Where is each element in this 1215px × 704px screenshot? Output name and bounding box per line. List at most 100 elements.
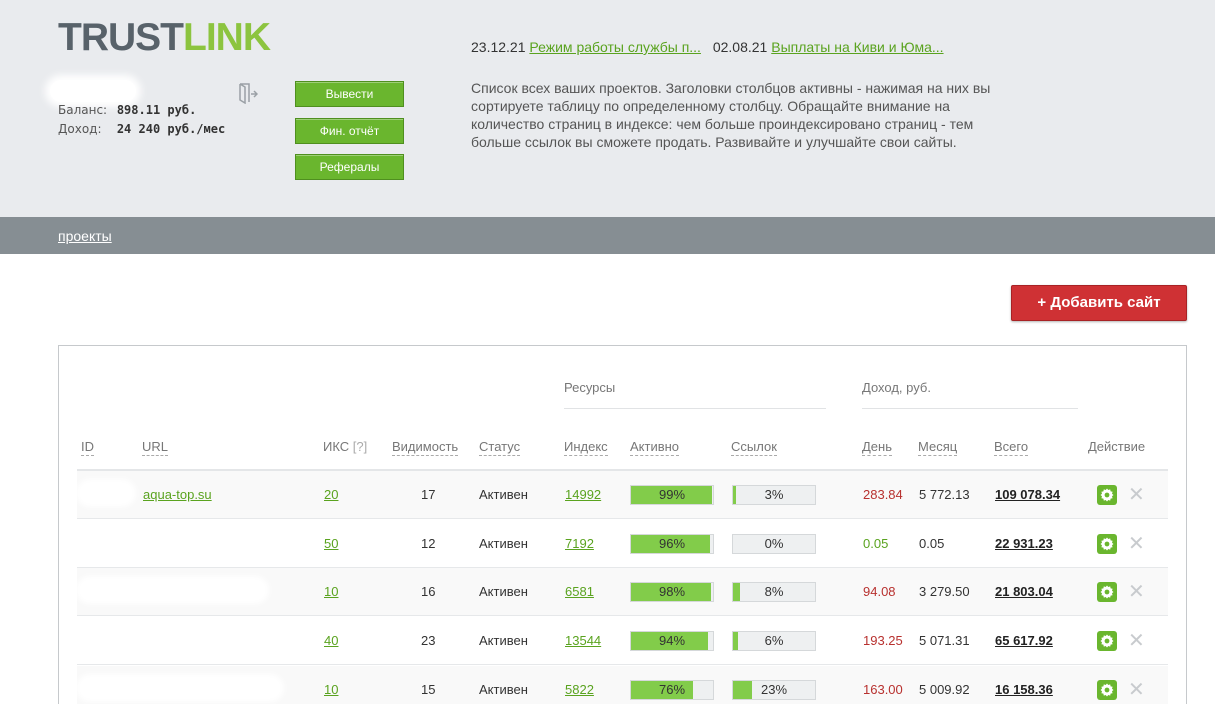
iks-link[interactable]: 20 <box>324 487 338 502</box>
gear-icon[interactable] <box>1097 534 1117 554</box>
iks-cell: 40 <box>324 617 338 665</box>
active-progress-label: 76% <box>658 682 686 697</box>
group-header-income: Доход, руб. <box>862 380 931 395</box>
income-day-cell: 283.84 <box>863 487 903 502</box>
close-icon[interactable]: ✕ <box>1128 532 1145 554</box>
income-total-link[interactable]: 109 078.34 <box>995 471 1060 519</box>
index-cell: 5822 <box>565 666 594 704</box>
group-header-resources: Ресурсы <box>564 380 616 395</box>
column-header-id[interactable]: ID <box>81 439 94 456</box>
active-progress-label: 99% <box>658 487 686 502</box>
header: TRUSTLINK Баланс: 898.11 руб. Доход: 24 … <box>0 0 1215 217</box>
status-cell: Активен <box>479 536 528 551</box>
close-icon[interactable]: ✕ <box>1128 580 1145 602</box>
links-progress-bar: 23% <box>732 680 816 700</box>
table-row: 10 15 Активен 5822 76% 23% 163.00 5 009.92 16 15… <box>77 666 1168 704</box>
redacted-id <box>80 580 265 600</box>
column-header-links[interactable]: Ссылок <box>731 439 777 456</box>
add-site-button[interactable]: + Добавить сайт <box>1011 285 1187 321</box>
redacted-id <box>80 483 132 503</box>
column-header-status[interactable]: Статус <box>479 439 521 456</box>
table-row: aqua-top.su 20 17 Активен 14992 99% 3% 283.84 5 … <box>77 471 1168 519</box>
index-cell: 6581 <box>565 568 594 616</box>
column-header-url[interactable]: URL <box>142 439 169 456</box>
income-month-cell: 0.05 <box>919 536 945 551</box>
iks-help-link[interactable]: [?] <box>353 439 367 454</box>
news-link[interactable]: Выплаты на Киви и Юма... <box>771 39 943 55</box>
site-url-link[interactable]: aqua-top.su <box>143 487 212 502</box>
links-progress-bar: 6% <box>732 631 816 651</box>
income-month-cell: 3 279.50 <box>919 584 970 599</box>
column-header-index[interactable]: Индекс <box>564 439 608 456</box>
column-header-visibility[interactable]: Видимость <box>392 439 459 456</box>
income-day-cell: 163.00 <box>863 682 903 697</box>
gear-icon[interactable] <box>1097 631 1117 651</box>
income-total-link[interactable]: 16 158.36 <box>995 666 1053 704</box>
visibility-cell: 15 <box>421 682 436 697</box>
income-total-link[interactable]: 65 617.92 <box>995 617 1053 665</box>
iks-link[interactable]: 50 <box>324 536 338 551</box>
iks-link[interactable]: 40 <box>324 633 338 648</box>
links-progress-label: 6% <box>764 633 784 648</box>
visibility-cell: 23 <box>421 633 436 648</box>
table-row: 40 23 Активен 13544 94% 6% 193.25 5 071.31 65 61… <box>77 617 1168 665</box>
column-header-iks: ИКС [?] <box>323 439 367 455</box>
income-month-cell: 5 009.92 <box>919 682 970 697</box>
door-icon[interactable] <box>236 82 258 104</box>
active-progress-label: 98% <box>658 584 686 599</box>
withdraw-button[interactable]: Вывести <box>295 81 404 107</box>
close-icon[interactable]: ✕ <box>1128 678 1145 700</box>
index-link[interactable]: 14992 <box>565 487 601 502</box>
table-row: 50 12 Активен 7192 96% 0% 0.05 0.05 22 931.23 ✕ <box>77 520 1168 568</box>
status-cell: Активен <box>479 487 528 502</box>
index-link[interactable]: 5822 <box>565 682 594 697</box>
username-redacted <box>50 80 136 102</box>
news-bar: 23.12.21 Режим работы службы п... 02.08.… <box>471 39 944 55</box>
index-link[interactable]: 6581 <box>565 584 594 599</box>
table-row: 10 16 Активен 6581 98% 8% 94.08 3 279.50 21 803.… <box>77 568 1168 616</box>
column-header-day[interactable]: День <box>862 439 892 456</box>
page-description: Список всех ваших проектов. Заголовки ст… <box>471 80 991 150</box>
links-progress-label: 23% <box>760 682 788 697</box>
income-total-link[interactable]: 21 803.04 <box>995 568 1053 616</box>
gear-icon[interactable] <box>1097 582 1117 602</box>
redacted-id <box>80 678 280 698</box>
active-progress-label: 96% <box>658 536 686 551</box>
index-cell: 14992 <box>565 471 601 519</box>
index-link[interactable]: 13544 <box>565 633 601 648</box>
close-icon[interactable]: ✕ <box>1128 629 1145 651</box>
active-progress-bar: 99% <box>630 485 714 505</box>
group-divider <box>862 408 1078 409</box>
links-progress-label: 3% <box>764 487 784 502</box>
column-header-active[interactable]: Активно <box>630 439 680 456</box>
balance-row: Баланс: 898.11 руб. <box>58 103 196 117</box>
close-icon[interactable]: ✕ <box>1128 483 1145 505</box>
links-progress-bar: 3% <box>732 485 816 505</box>
income-month-cell: 5 772.13 <box>919 487 970 502</box>
income-total-link[interactable]: 22 931.23 <box>995 520 1053 568</box>
index-link[interactable]: 7192 <box>565 536 594 551</box>
breadcrumb-projects[interactable]: проекты <box>58 228 112 244</box>
gear-icon[interactable] <box>1097 485 1117 505</box>
status-cell: Активен <box>479 682 528 697</box>
fin-report-button[interactable]: Фин. отчёт <box>295 118 404 144</box>
visibility-cell: 17 <box>421 487 436 502</box>
index-cell: 13544 <box>565 617 601 665</box>
column-header-month[interactable]: Месяц <box>918 439 958 456</box>
income-day-cell: 193.25 <box>863 633 903 648</box>
referrals-button[interactable]: Рефералы <box>295 154 404 180</box>
active-progress-bar: 76% <box>630 680 714 700</box>
status-cell: Активен <box>479 633 528 648</box>
links-progress-label: 8% <box>764 584 784 599</box>
gear-icon[interactable] <box>1097 680 1117 700</box>
iks-cell: 10 <box>324 568 338 616</box>
column-header-total[interactable]: Всего <box>994 439 1029 456</box>
index-cell: 7192 <box>565 520 594 568</box>
url-cell: aqua-top.su <box>143 471 212 519</box>
iks-link[interactable]: 10 <box>324 584 338 599</box>
active-progress-bar: 96% <box>630 534 714 554</box>
news-link[interactable]: Режим работы службы п... <box>529 39 701 55</box>
iks-link[interactable]: 10 <box>324 682 338 697</box>
logo[interactable]: TRUSTLINK <box>58 18 271 58</box>
news-date: 23.12.21 <box>471 39 526 55</box>
